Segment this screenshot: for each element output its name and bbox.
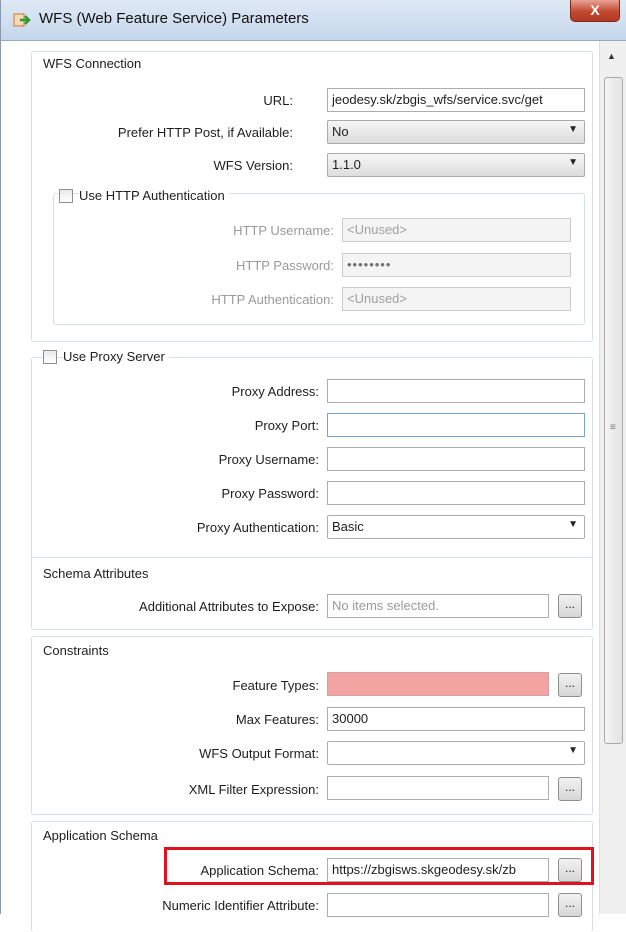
http-auth-method-label: HTTP Authentication: <box>211 292 334 307</box>
max-features-label: Max Features: <box>235 712 319 727</box>
application-schema-title: Application Schema <box>43 828 158 843</box>
scroll-up-arrow-icon[interactable]: ▲ <box>607 51 616 61</box>
additional-attributes-field[interactable]: No items selected. <box>327 594 549 618</box>
http-username-label: HTTP Username: <box>233 223 334 238</box>
numeric-identifier-field[interactable] <box>327 893 549 917</box>
proxy-password-label: Proxy Password: <box>221 486 319 501</box>
url-field[interactable]: jeodesy.sk/zbgis_wfs/service.svc/get <box>327 88 585 112</box>
max-features-field[interactable]: 30000 <box>327 707 585 731</box>
prefer-http-post-dropdown[interactable]: No ▼ <box>327 120 585 144</box>
feature-types-browse-button[interactable]: ... <box>558 673 582 697</box>
scrollbar-thumb[interactable]: ≡ <box>604 77 623 744</box>
vertical-scrollbar[interactable]: ▲ ≡ <box>599 41 626 914</box>
highlight-annotation <box>164 847 594 885</box>
wfs-version-value: 1.1.0 <box>332 157 361 172</box>
wfs-version-dropdown[interactable]: 1.1.0 ▼ <box>327 153 585 177</box>
http-password-label: HTTP Password: <box>235 258 334 273</box>
proxy-auth-dropdown[interactable]: Basic ▼ <box>327 515 585 539</box>
proxy-address-label: Proxy Address: <box>231 384 319 399</box>
dialog-window: WFS (Web Feature Service) Parameters X W… <box>0 0 626 932</box>
wfs-output-format-label: WFS Output Format: <box>199 746 319 761</box>
wfs-connection-title: WFS Connection <box>43 56 142 71</box>
proxy-port-label: Proxy Port: <box>254 418 319 433</box>
url-label: URL: <box>263 93 293 108</box>
schema-attributes-title: Schema Attributes <box>43 566 149 581</box>
proxy-address-field[interactable] <box>327 379 585 403</box>
use-http-auth-checkbox[interactable] <box>59 189 73 203</box>
proxy-password-field[interactable] <box>327 481 585 505</box>
chevron-down-icon: ▼ <box>568 124 578 135</box>
parameters-panel: WFS Connection URL: jeodesy.sk/zbgis_wfs… <box>1 41 599 932</box>
proxy-auth-value: Basic <box>332 519 364 534</box>
constraints-title: Constraints <box>43 643 109 658</box>
use-http-auth-label: Use HTTP Authentication <box>79 188 229 203</box>
proxy-port-field[interactable] <box>327 413 585 437</box>
numeric-identifier-browse-button[interactable]: ... <box>558 893 582 917</box>
prefer-http-post-value: No <box>332 124 349 139</box>
xml-filter-browse-button[interactable]: ... <box>558 777 582 801</box>
grip-icon: ≡ <box>610 422 616 433</box>
wfs-version-label: WFS Version: <box>213 158 293 173</box>
http-auth-method-field[interactable]: <Unused> <box>342 287 571 311</box>
proxy-username-label: Proxy Username: <box>218 452 319 467</box>
wfs-output-format-dropdown[interactable]: ▼ <box>327 741 585 765</box>
proxy-auth-label: Proxy Authentication: <box>196 520 319 535</box>
chevron-down-icon: ▼ <box>568 745 578 756</box>
title-bar: WFS (Web Feature Service) Parameters X <box>1 0 626 41</box>
xml-filter-field[interactable] <box>327 776 549 800</box>
chevron-down-icon: ▼ <box>568 157 578 168</box>
use-proxy-label: Use Proxy Server <box>63 349 169 364</box>
window-title: WFS (Web Feature Service) Parameters <box>39 10 309 27</box>
numeric-identifier-label: Numeric Identifier Attribute: <box>162 898 319 913</box>
feature-types-field[interactable] <box>327 672 549 696</box>
prefer-http-post-label: Prefer HTTP Post, if Available: <box>117 125 293 140</box>
http-password-field[interactable]: •••••••• <box>342 253 571 277</box>
additional-attributes-browse-button[interactable]: ... <box>558 594 582 618</box>
use-proxy-checkbox[interactable] <box>43 350 57 364</box>
close-button[interactable]: X <box>570 0 620 22</box>
proxy-username-field[interactable] <box>327 447 585 471</box>
chevron-down-icon: ▼ <box>568 519 578 530</box>
additional-attributes-label: Additional Attributes to Expose: <box>139 599 319 614</box>
xml-filter-label: XML Filter Expression: <box>188 782 319 797</box>
http-username-field[interactable]: <Unused> <box>342 218 571 242</box>
workbench-arrow-icon <box>13 13 31 27</box>
feature-types-label: Feature Types: <box>232 678 319 693</box>
